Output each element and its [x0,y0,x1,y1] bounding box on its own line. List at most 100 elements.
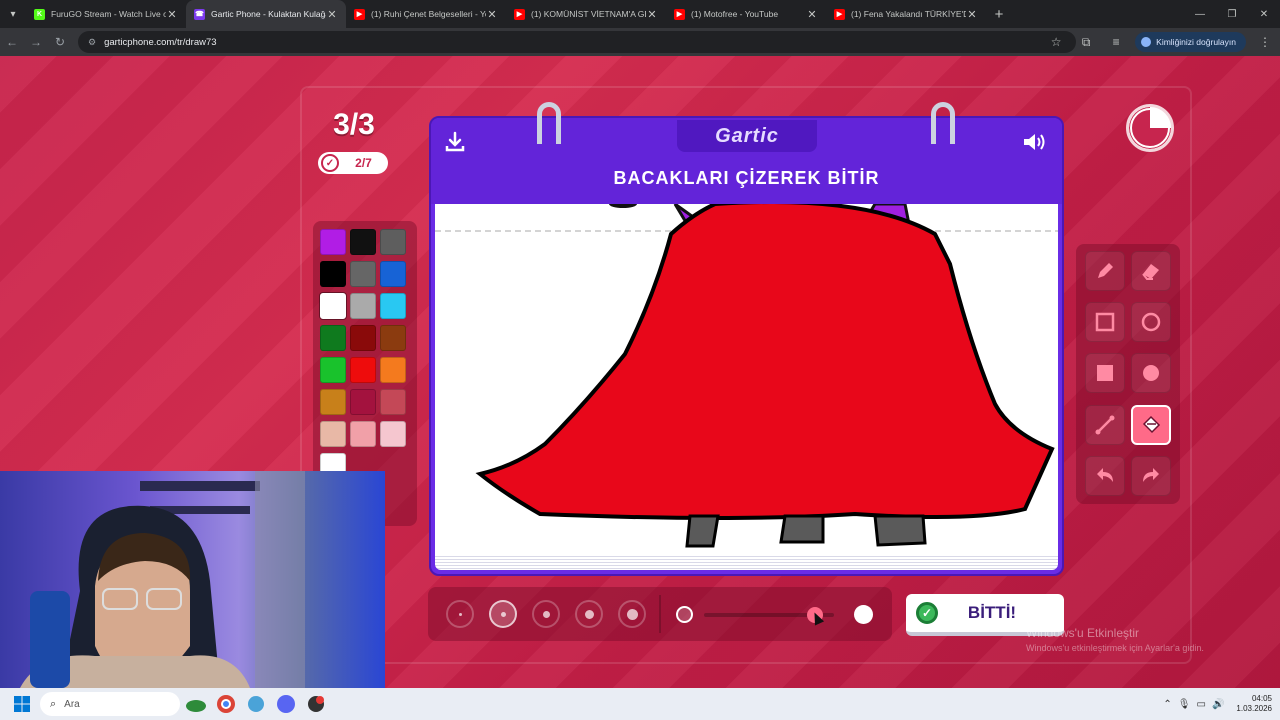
ellipse-outline-icon [1141,312,1161,332]
clock-time: 04:05 [1251,694,1272,703]
volume-icon[interactable]: 🔊 [1212,699,1224,710]
brush-size-button[interactable] [532,600,560,628]
forward-icon[interactable]: → [24,28,48,56]
new-tab-button[interactable]: + [986,6,1012,23]
tab-search-button[interactable]: ▾ [0,0,26,28]
line-icon [1095,415,1115,435]
color-swatch[interactable] [380,389,406,415]
clock[interactable]: 04:05 1.03.2026 [1236,694,1272,714]
browser-tab[interactable]: ▶ (1) KOMÜNİST VİETNAM'A GEL ✕ [506,0,666,28]
microphone-icon[interactable]: 🎙 [1178,699,1191,710]
color-swatch[interactable] [320,421,346,447]
close-window-icon[interactable]: ✕ [1248,0,1280,28]
profile-label: Kimliğinizi doğrulayın [1156,37,1236,47]
url-text: garticphone.com/tr/draw73 [104,36,217,48]
webcam-overlay [0,471,385,688]
tab-close-icon[interactable]: ✕ [806,8,818,21]
drawing-canvas[interactable] [435,204,1058,554]
discord-icon[interactable] [272,690,300,718]
color-swatch[interactable] [350,293,376,319]
paper-edge [435,554,1058,570]
fill-bucket-icon [1142,415,1161,433]
redo-tool[interactable] [1131,455,1171,496]
color-swatch[interactable] [320,357,346,383]
taskbar-search[interactable]: ⌕ Ara [40,692,180,716]
ellipse-outline-tool[interactable] [1131,302,1171,343]
browser-tab[interactable]: ▶ (1) Motofree - YouTube ✕ [666,0,826,28]
color-swatch[interactable] [350,389,376,415]
profile-avatar-icon [1141,37,1152,47]
menu-kebab-icon[interactable]: ⋮ [1250,35,1280,49]
eraser-tool[interactable] [1131,251,1171,291]
color-swatch[interactable] [350,261,376,287]
ellipse-filled-tool[interactable] [1131,353,1171,394]
minimize-icon[interactable]: — [1184,0,1216,28]
color-swatch[interactable] [320,389,346,415]
board-header: Gartic BACAKLARI ÇİZEREK BİTİR [431,118,1062,204]
download-icon[interactable] [441,128,469,156]
pencil-tool[interactable] [1085,251,1125,291]
extensions-icon[interactable]: ⧉ [1071,35,1101,50]
color-swatch[interactable] [350,421,376,447]
redo-icon [1143,467,1159,482]
back-icon[interactable]: ← [0,28,24,56]
profile-button[interactable]: Kimliğinizi doğrulayın [1135,32,1246,52]
tab-title: (1) KOMÜNİST VİETNAM'A GEL [531,9,646,19]
tab-close-icon[interactable]: ✕ [166,8,178,21]
line-tool[interactable] [1085,404,1125,445]
color-swatch[interactable] [380,421,406,447]
rect-outline-tool[interactable] [1085,302,1125,343]
timer-icon [1126,104,1174,152]
tab-close-icon[interactable]: ✕ [326,8,338,21]
color-swatch[interactable] [350,325,376,351]
tool-panel [1076,244,1180,504]
chrome-icon[interactable] [212,690,240,718]
tab-close-icon[interactable]: ✕ [486,8,498,21]
color-swatch[interactable] [320,325,346,351]
restore-icon[interactable]: ❐ [1216,0,1248,28]
browser-tab[interactable]: ▶ (1) Fena Yakalandı TÜRKİYE'DE ✕ [826,0,986,28]
tray-chevron-icon[interactable]: ⌃ [1163,699,1171,710]
tab-strip: ▾ K FuruGO Stream - Watch Live o ✕ ☎ Gartic … [0,0,1280,28]
color-swatch[interactable] [380,293,406,319]
reload-icon[interactable]: ↻ [48,28,72,56]
gartic-icon: ☎ [194,8,205,20]
media-control-icon[interactable]: ≡ [1101,35,1131,49]
brush-size-button[interactable] [575,600,603,628]
browser-tab[interactable]: K FuruGO Stream - Watch Live o ✕ [26,0,186,28]
color-swatch[interactable] [350,229,376,255]
tab-close-icon[interactable]: ✕ [966,8,978,21]
color-swatch[interactable] [320,261,346,287]
color-swatch[interactable] [380,261,406,287]
opacity-min-icon [676,606,693,623]
color-swatch[interactable] [320,293,346,319]
brush-size-dot [542,610,550,618]
browser-tab[interactable]: ☎ Gartic Phone - Kulaktan Kulağa ✕ [186,0,346,28]
brush-size-button[interactable] [489,600,517,628]
bookmark-star-icon[interactable]: ☆ [1041,35,1071,49]
weather-widget-icon[interactable] [182,690,210,718]
browser-tab[interactable]: ▶ (1) Ruhi Çenet Belgeselleri - Yo ✕ [346,0,506,28]
color-swatch[interactable] [320,229,346,255]
address-bar[interactable]: ⚙ garticphone.com/tr/draw73 [78,31,1076,53]
windows-start-icon[interactable] [6,688,38,720]
check-circle-icon: ✓ [916,602,938,624]
sound-icon[interactable] [1021,128,1049,156]
recording-app-icon[interactable] [302,690,330,718]
undo-tool[interactable] [1085,455,1125,496]
clock-date: 1.03.2026 [1236,704,1272,713]
network-icon[interactable]: ▭ [1197,699,1206,710]
app-icon[interactable] [242,690,270,718]
tab-close-icon[interactable]: ✕ [646,8,658,21]
color-swatch[interactable] [350,357,376,383]
brush-size-dot [584,609,594,619]
activation-watermark-subtitle: Windows'u etkinleştirmek için Ayarlar'a … [1026,643,1204,653]
rect-filled-tool[interactable] [1085,353,1125,394]
color-swatch[interactable] [380,229,406,255]
fill-bucket-tool[interactable] [1131,404,1171,445]
brush-size-button[interactable] [446,600,474,628]
color-swatch[interactable] [380,357,406,383]
site-info-icon[interactable]: ⚙ [88,37,96,48]
color-swatch[interactable] [380,325,406,351]
brush-size-button[interactable] [618,600,646,628]
